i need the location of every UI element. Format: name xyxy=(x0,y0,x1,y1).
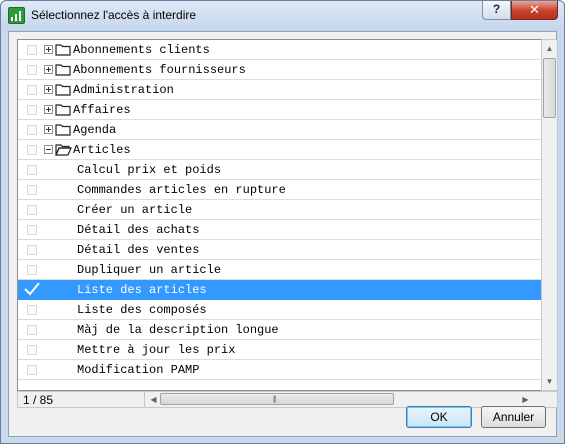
dialog-body: Abonnements clients Abonnements fournisse… xyxy=(8,31,558,437)
expand-icon[interactable] xyxy=(44,125,53,134)
tree-row-label: Détail des achats xyxy=(77,223,200,237)
grip-icon: ||| xyxy=(273,396,277,403)
tree-row-label: Mettre à jour les prix xyxy=(77,343,236,357)
vertical-scrollbar[interactable]: ▲ ▼ xyxy=(541,39,558,391)
folder-icon xyxy=(55,123,72,140)
access-checkbox[interactable] xyxy=(27,85,37,95)
tree-row-label: Liste des composés xyxy=(77,303,207,317)
tree-item-row[interactable]: Mettre à jour les prix xyxy=(18,340,541,360)
status-bar: 1 / 85 ◀ ||| ▶ xyxy=(17,391,558,408)
ok-button[interactable]: OK xyxy=(406,406,472,428)
tree-row-label: Abonnements clients xyxy=(73,43,210,57)
chart-app-icon xyxy=(8,7,25,24)
tree-folder-row[interactable]: Abonnements clients xyxy=(18,40,541,60)
cancel-button[interactable]: Annuler xyxy=(481,406,546,428)
access-checkbox[interactable] xyxy=(27,365,37,375)
tree-item-row[interactable]: Créer un article xyxy=(18,200,541,220)
collapse-icon[interactable] xyxy=(44,145,53,154)
tree-row-label: Affaires xyxy=(73,103,131,117)
open-folder-icon xyxy=(55,143,72,160)
access-checkbox[interactable] xyxy=(27,205,37,215)
record-counter: 1 / 85 xyxy=(23,393,54,407)
scroll-down-icon[interactable]: ▼ xyxy=(542,373,557,390)
access-checkbox[interactable] xyxy=(27,145,37,155)
tree-folder-row[interactable]: Affaires xyxy=(18,100,541,120)
tree-row-label: Articles xyxy=(73,143,131,157)
horizontal-scrollbar[interactable]: ◀ ||| ▶ xyxy=(144,392,536,407)
tree-item-row[interactable]: Calcul prix et poids xyxy=(18,160,541,180)
access-checkbox[interactable] xyxy=(27,185,37,195)
tree-row-label: Détail des ventes xyxy=(77,243,200,257)
tree-folder-row[interactable]: Administration xyxy=(18,80,541,100)
access-checkbox[interactable] xyxy=(27,105,37,115)
folder-icon xyxy=(55,103,72,120)
expand-icon[interactable] xyxy=(44,105,53,114)
close-button[interactable]: ✕ xyxy=(511,1,558,20)
access-checkbox[interactable] xyxy=(27,225,37,235)
access-checkbox[interactable] xyxy=(24,282,40,296)
title-bar[interactable]: Sélectionnez l'accès à interdire ? ✕ xyxy=(1,1,564,31)
tree-row-label: Calcul prix et poids xyxy=(77,163,222,177)
access-checkbox[interactable] xyxy=(27,265,37,275)
tree-item-row[interactable]: Liste des articles xyxy=(18,280,541,300)
folder-icon xyxy=(55,43,72,60)
access-checkbox[interactable] xyxy=(27,125,37,135)
tree-row-label: Agenda xyxy=(73,123,117,137)
tree-row-label: Dupliquer un article xyxy=(77,263,222,277)
tree-row-label: Abonnements fournisseurs xyxy=(73,63,246,77)
dialog-window: Sélectionnez l'accès à interdire ? ✕ Abo… xyxy=(0,0,565,444)
tree-item-row[interactable]: Liste des composés xyxy=(18,300,541,320)
tree-folder-row[interactable]: Abonnements fournisseurs xyxy=(18,60,541,80)
access-checkbox[interactable] xyxy=(27,165,37,175)
folder-icon xyxy=(55,63,72,80)
tree-item-row[interactable]: Dupliquer un article xyxy=(18,260,541,280)
expand-icon[interactable] xyxy=(44,85,53,94)
expand-icon[interactable] xyxy=(44,45,53,54)
scroll-left-icon[interactable]: ◀ xyxy=(147,392,160,407)
tree-item-row[interactable]: Commandes articles en rupture xyxy=(18,180,541,200)
scroll-right-icon[interactable]: ▶ xyxy=(519,392,532,407)
tree-item-row[interactable]: Màj de la description longue xyxy=(18,320,541,340)
tree-item-row[interactable]: Modification PAMP xyxy=(18,360,541,380)
access-checkbox[interactable] xyxy=(27,305,37,315)
access-checkbox[interactable] xyxy=(27,245,37,255)
tree-row-label: Liste des articles xyxy=(77,283,207,297)
folder-icon xyxy=(55,83,72,100)
access-tree-list[interactable]: Abonnements clients Abonnements fournisse… xyxy=(17,39,541,391)
help-button[interactable]: ? xyxy=(482,1,511,20)
vertical-scroll-thumb[interactable] xyxy=(543,58,556,118)
access-checkbox[interactable] xyxy=(27,65,37,75)
tree-row-label: Administration xyxy=(73,83,174,97)
tree-row-label: Modification PAMP xyxy=(77,363,200,377)
tree-folder-row[interactable]: Articles xyxy=(18,140,541,160)
horizontal-scroll-thumb[interactable]: ||| xyxy=(160,393,394,405)
access-checkbox[interactable] xyxy=(27,45,37,55)
access-checkbox[interactable] xyxy=(27,325,37,335)
check-icon xyxy=(24,282,40,296)
tree-row-label: Créer un article xyxy=(77,203,193,217)
tree-row-label: Màj de la description longue xyxy=(77,323,279,337)
scroll-up-icon[interactable]: ▲ xyxy=(542,40,557,57)
access-checkbox[interactable] xyxy=(27,345,37,355)
tree-folder-row[interactable]: Agenda xyxy=(18,120,541,140)
tree-row-label: Commandes articles en rupture xyxy=(77,183,286,197)
expand-icon[interactable] xyxy=(44,65,53,74)
tree-item-row[interactable]: Détail des ventes xyxy=(18,240,541,260)
tree-item-row[interactable]: Détail des achats xyxy=(18,220,541,240)
window-title: Sélectionnez l'accès à interdire xyxy=(31,8,197,22)
